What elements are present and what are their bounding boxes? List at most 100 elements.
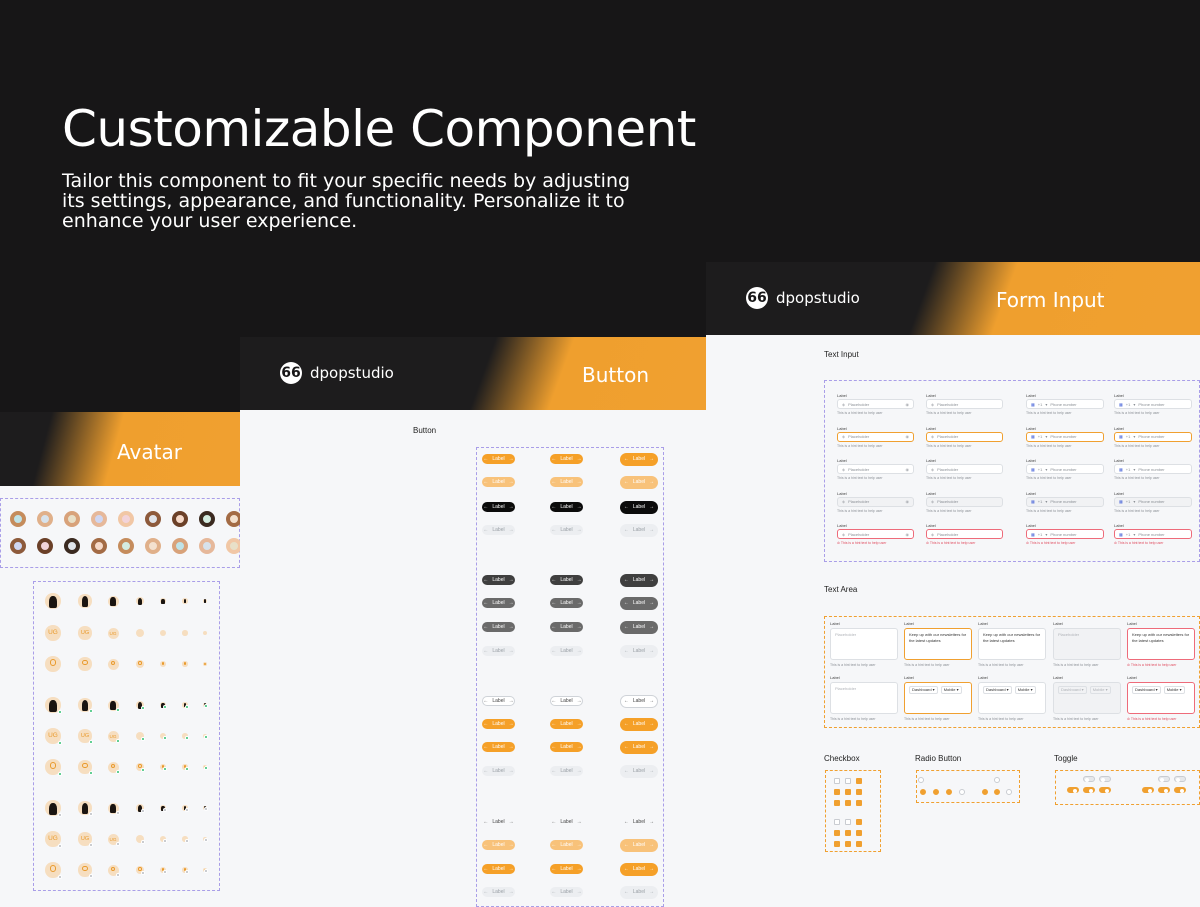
button-variant[interactable]: ← Label → bbox=[482, 742, 515, 752]
checkbox[interactable] bbox=[845, 789, 851, 795]
button-variant[interactable]: ← Label → bbox=[550, 742, 583, 752]
radio-button[interactable] bbox=[933, 789, 939, 795]
toggle-switch[interactable] bbox=[1158, 787, 1170, 793]
checkbox[interactable] bbox=[856, 778, 862, 784]
checkbox[interactable] bbox=[834, 841, 840, 847]
button-variant[interactable]: ← Label → bbox=[482, 598, 515, 608]
button-variant[interactable]: ← Label → bbox=[482, 696, 515, 706]
button-variant[interactable]: ← Label → bbox=[550, 696, 583, 706]
button-variant[interactable]: ← Label → bbox=[482, 646, 515, 656]
button-variant[interactable]: ← Label → bbox=[620, 740, 658, 754]
checkbox[interactable] bbox=[845, 819, 851, 825]
phone-input[interactable]: ▦ +1 ▾ Phone number bbox=[1114, 496, 1192, 507]
toggle-switch[interactable] bbox=[1158, 776, 1170, 782]
button-variant[interactable]: ← Label → bbox=[620, 862, 658, 876]
phone-input[interactable]: ▦ +1 ▾ Phone number bbox=[1026, 464, 1104, 474]
phone-input[interactable]: ▦ +1 ▾ Phone number bbox=[1114, 529, 1192, 539]
phone-input[interactable]: ▦ +1 ▾ Phone number bbox=[1026, 529, 1104, 539]
button-variant[interactable]: ← Label → bbox=[482, 887, 515, 897]
checkbox[interactable] bbox=[834, 800, 840, 806]
button-variant[interactable]: ← Label → bbox=[620, 764, 658, 778]
button-variant[interactable]: ← Label → bbox=[620, 620, 658, 634]
button-variant[interactable]: ← Label → bbox=[620, 717, 658, 731]
checkbox[interactable] bbox=[845, 830, 851, 836]
text-area[interactable]: Dashboard ▾ Mobile ▾ bbox=[1053, 682, 1121, 714]
button-variant[interactable]: ← Label → bbox=[482, 622, 515, 632]
button-variant[interactable]: ← Label → bbox=[482, 719, 515, 729]
text-area[interactable]: Placeholder bbox=[830, 682, 898, 714]
text-input[interactable]: ◈ Placeholder bbox=[926, 496, 1003, 507]
radio-button[interactable] bbox=[1006, 789, 1012, 795]
button-variant[interactable]: ← Label → bbox=[482, 502, 515, 512]
text-area[interactable]: Keep up with our newsletters for the lat… bbox=[904, 628, 972, 660]
button-variant[interactable]: ← Label → bbox=[620, 644, 658, 658]
button-variant[interactable]: ← Label → bbox=[550, 525, 583, 535]
button-variant[interactable]: ← Label → bbox=[550, 646, 583, 656]
checkbox[interactable] bbox=[834, 830, 840, 836]
checkbox[interactable] bbox=[845, 800, 851, 806]
button-variant[interactable]: ← Label → bbox=[620, 573, 658, 587]
button-variant[interactable]: ← Label → bbox=[620, 885, 658, 899]
text-area[interactable]: Placeholder bbox=[1053, 628, 1121, 660]
phone-input[interactable]: ▦ +1 ▾ Phone number bbox=[1026, 496, 1104, 507]
radio-button[interactable] bbox=[918, 777, 924, 783]
checkbox[interactable] bbox=[845, 841, 851, 847]
text-input[interactable]: ◈ Placeholder ◉ bbox=[837, 496, 914, 507]
radio-button[interactable] bbox=[959, 789, 965, 795]
checkbox[interactable] bbox=[856, 841, 862, 847]
text-input[interactable]: ◈ Placeholder bbox=[926, 431, 1003, 442]
text-input[interactable]: ◈ Placeholder bbox=[926, 464, 1003, 474]
radio-button[interactable] bbox=[994, 789, 1000, 795]
text-area[interactable]: Placeholder bbox=[830, 628, 898, 660]
checkbox[interactable] bbox=[856, 789, 862, 795]
button-variant[interactable]: ← Label → bbox=[620, 500, 658, 514]
checkbox[interactable] bbox=[834, 819, 840, 825]
text-input[interactable]: ◈ Placeholder ◉ bbox=[837, 399, 914, 409]
text-area[interactable]: Dashboard ▾ Mobile ▾ bbox=[904, 682, 972, 714]
button-variant[interactable]: ← Label → bbox=[482, 817, 515, 827]
toggle-switch[interactable] bbox=[1099, 776, 1111, 782]
toggle-switch[interactable] bbox=[1099, 787, 1111, 793]
text-input[interactable]: ◈ Placeholder ◉ bbox=[837, 529, 914, 539]
button-variant[interactable]: ← Label → bbox=[550, 575, 583, 585]
checkbox[interactable] bbox=[856, 830, 862, 836]
button-variant[interactable]: ← Label → bbox=[550, 817, 583, 827]
button-variant[interactable]: ← Label → bbox=[620, 475, 658, 489]
button-variant[interactable]: ← Label → bbox=[482, 454, 515, 464]
toggle-switch[interactable] bbox=[1083, 776, 1095, 782]
text-input[interactable]: ◈ Placeholder ◉ bbox=[837, 431, 914, 442]
button-variant[interactable]: ← Label → bbox=[482, 477, 515, 487]
text-area[interactable]: Keep up with our newsletters for the lat… bbox=[1127, 628, 1195, 660]
text-area[interactable]: Keep up with our newsletters for the lat… bbox=[978, 628, 1046, 660]
radio-button[interactable] bbox=[920, 789, 926, 795]
button-variant[interactable]: ← Label → bbox=[550, 477, 583, 487]
button-variant[interactable]: ← Label → bbox=[620, 523, 658, 537]
button-variant[interactable]: ← Label → bbox=[550, 766, 583, 776]
button-variant[interactable]: ← Label → bbox=[620, 452, 658, 466]
button-variant[interactable]: ← Label → bbox=[482, 766, 515, 776]
button-variant[interactable]: ← Label → bbox=[482, 840, 515, 850]
button-variant[interactable]: ← Label → bbox=[482, 864, 515, 874]
button-variant[interactable]: ← Label → bbox=[550, 502, 583, 512]
button-variant[interactable]: ← Label → bbox=[620, 838, 658, 852]
button-variant[interactable]: ← Label → bbox=[620, 816, 658, 829]
toggle-switch[interactable] bbox=[1142, 787, 1154, 793]
button-variant[interactable]: ← Label → bbox=[550, 840, 583, 850]
toggle-switch[interactable] bbox=[1067, 787, 1079, 793]
checkbox[interactable] bbox=[834, 778, 840, 784]
button-variant[interactable]: ← Label → bbox=[482, 525, 515, 535]
phone-input[interactable]: ▦ +1 ▾ Phone number bbox=[1114, 431, 1192, 442]
checkbox[interactable] bbox=[834, 789, 840, 795]
text-area[interactable]: Dashboard ▾ Mobile ▾ bbox=[978, 682, 1046, 714]
radio-button[interactable] bbox=[946, 789, 952, 795]
phone-input[interactable]: ▦ +1 ▾ Phone number bbox=[1026, 399, 1104, 409]
button-variant[interactable]: ← Label → bbox=[550, 887, 583, 897]
text-input[interactable]: ◈ Placeholder ◉ bbox=[837, 464, 914, 474]
radio-button[interactable] bbox=[994, 777, 1000, 783]
button-variant[interactable]: ← Label → bbox=[550, 598, 583, 608]
text-area[interactable]: Dashboard ▾ Mobile ▾ bbox=[1127, 682, 1195, 714]
button-variant[interactable]: ← Label → bbox=[482, 575, 515, 585]
button-variant[interactable]: ← Label → bbox=[550, 864, 583, 874]
toggle-switch[interactable] bbox=[1174, 787, 1186, 793]
button-variant[interactable]: ← Label → bbox=[620, 694, 658, 708]
